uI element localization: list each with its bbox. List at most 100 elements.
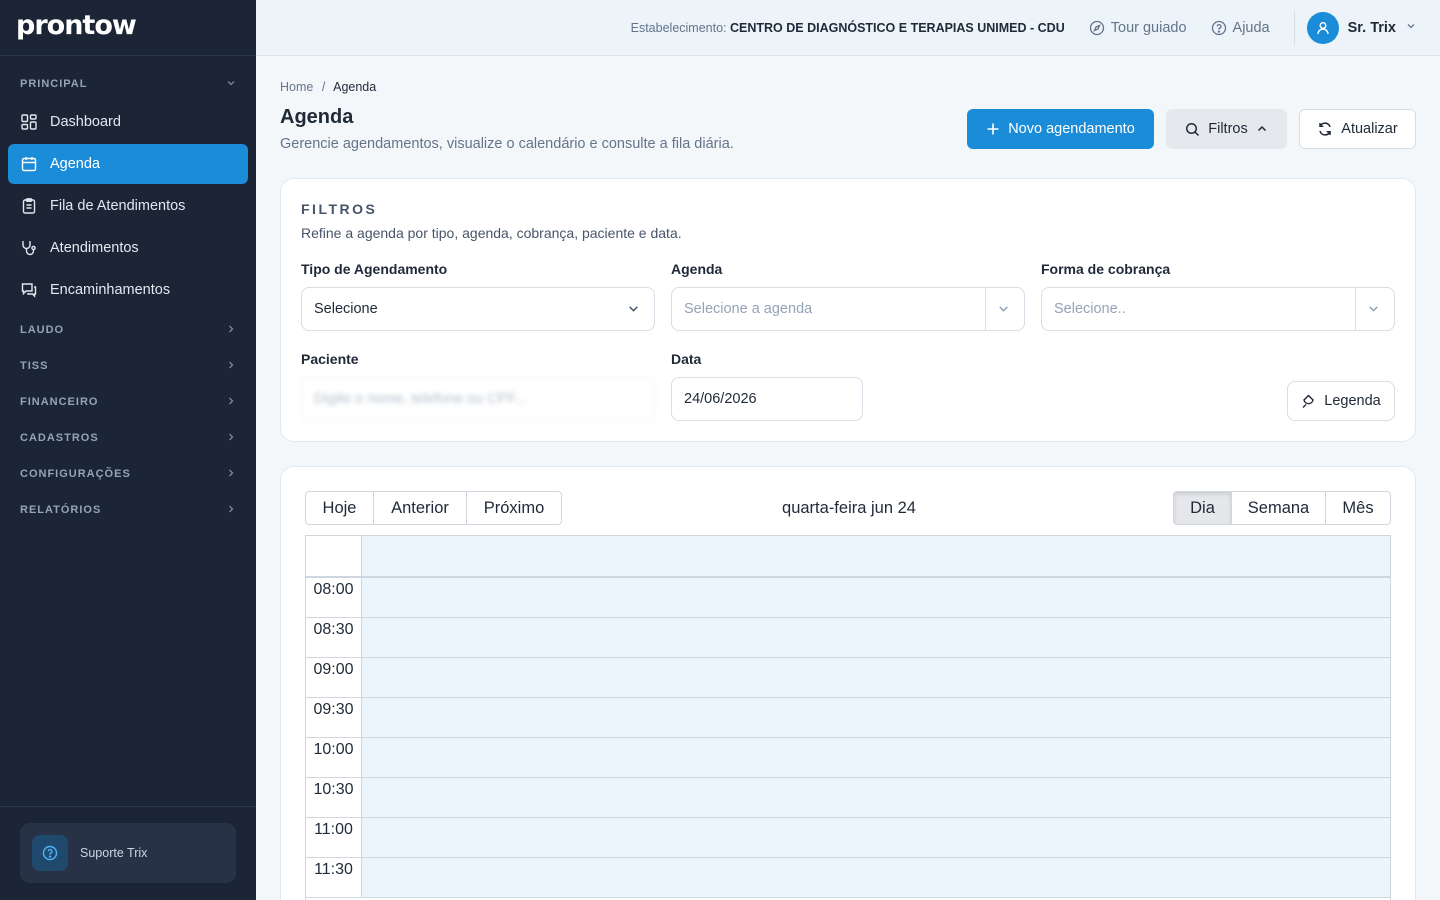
- agenda-placeholder: Selecione a agenda: [684, 301, 813, 317]
- filters-title: FILTROS: [301, 201, 378, 217]
- sidebar-item-atendimentos[interactable]: Atendimentos: [8, 228, 248, 268]
- sidebar-section-financeiro[interactable]: FINANCEIRO: [0, 384, 256, 420]
- legend-label: Legenda: [1324, 393, 1381, 409]
- slot-cell[interactable]: [362, 738, 1390, 777]
- time-label: 10:00: [306, 738, 362, 777]
- sidebar-section-principal[interactable]: PRINCIPAL: [0, 66, 256, 102]
- plus-icon: [987, 123, 999, 135]
- section-label: FINANCEIRO: [20, 396, 99, 408]
- view-week-button[interactable]: Semana: [1232, 492, 1326, 524]
- paciente-input[interactable]: Digite o nome, telefone ou CPF...: [301, 377, 655, 421]
- support-button[interactable]: Suporte Trix: [20, 823, 236, 883]
- filters-card: FILTROS Refine a agenda por tipo, agenda…: [280, 178, 1416, 442]
- view-day-button[interactable]: Dia: [1174, 492, 1232, 524]
- slot-cell[interactable]: [362, 818, 1390, 857]
- establishment-name: CENTRO DE DIAGNÓSTICO E TERAPIAS UNIMED …: [730, 20, 1065, 35]
- slot-cell[interactable]: [362, 778, 1390, 817]
- new-appointment-button[interactable]: Novo agendamento: [967, 109, 1154, 149]
- tour-guiado-link[interactable]: Tour guiado: [1089, 20, 1187, 36]
- logo[interactable]: prontow: [0, 0, 256, 56]
- time-slot: 10:00: [306, 738, 1390, 778]
- time-label: 11:30: [306, 858, 362, 897]
- time-slot: 09:30: [306, 698, 1390, 738]
- sidebar-item-encaminhamentos[interactable]: Encaminhamentos: [8, 270, 248, 310]
- slot-cell[interactable]: [362, 698, 1390, 737]
- sidebar-section-laudo[interactable]: LAUDO: [0, 312, 256, 348]
- sidebar-item-label: Fila de Atendimentos: [50, 198, 186, 214]
- calendar-card: Hoje Anterior Próximo quarta-feira jun 2…: [280, 466, 1416, 900]
- time-label: 09:30: [306, 698, 362, 737]
- page-subtitle: Gerencie agendamentos, visualize o calen…: [280, 136, 734, 152]
- search-icon: [1186, 122, 1200, 136]
- sidebar-item-dashboard[interactable]: Dashboard: [8, 102, 248, 142]
- filters-label: Filtros: [1208, 121, 1248, 137]
- section-label: LAUDO: [20, 324, 65, 336]
- sidebar-section-configuracoes[interactable]: CONFIGURAÇÕES: [0, 456, 256, 492]
- chevron-right-icon: [226, 324, 236, 337]
- agenda-label: Agenda: [671, 261, 723, 277]
- tipo-agendamento-select[interactable]: Selecione: [301, 287, 655, 331]
- chevron-right-icon: [226, 396, 236, 409]
- sidebar-section-tiss[interactable]: TISS: [0, 348, 256, 384]
- time-slot: 08:30: [306, 618, 1390, 658]
- clipboard-icon: [20, 197, 38, 215]
- chevron-up-icon: [1257, 125, 1266, 132]
- new-appointment-label: Novo agendamento: [1008, 121, 1135, 137]
- date-input[interactable]: 24/06/2026: [671, 377, 863, 421]
- sidebar-item-agenda[interactable]: Agenda: [8, 144, 248, 184]
- section-label: RELATÓRIOS: [20, 504, 102, 516]
- filters-toggle-button[interactable]: Filtros: [1166, 109, 1287, 149]
- time-slot: 11:00: [306, 818, 1390, 858]
- chat-icon: [20, 281, 38, 299]
- slot-cell[interactable]: [362, 618, 1390, 657]
- sidebar-section-relatorios[interactable]: RELATÓRIOS: [0, 492, 256, 528]
- paciente-label: Paciente: [301, 351, 359, 367]
- breadcrumb-separator: /: [321, 80, 326, 94]
- agenda-select[interactable]: Selecione a agenda: [671, 287, 1025, 331]
- time-label: 11:00: [306, 818, 362, 857]
- legend-button[interactable]: Legenda: [1287, 381, 1395, 421]
- time-label: 10:30: [306, 778, 362, 817]
- tipo-value: Selecione: [314, 301, 378, 317]
- section-label: CADASTROS: [20, 432, 99, 444]
- compass-icon: [1089, 20, 1104, 35]
- sidebar-section-cadastros[interactable]: CADASTROS: [0, 420, 256, 456]
- refresh-button[interactable]: Atualizar: [1299, 109, 1416, 149]
- chevron-right-icon: [226, 504, 236, 517]
- help-circle-icon: [32, 835, 68, 871]
- tipo-label: Tipo de Agendamento: [301, 261, 448, 277]
- paciente-placeholder: Digite o nome, telefone ou CPF...: [314, 391, 527, 407]
- help-link[interactable]: Ajuda: [1211, 20, 1270, 36]
- dashboard-icon: [20, 113, 38, 131]
- support-area: Suporte Trix: [0, 806, 256, 900]
- establishment-info: Estabelecimento: CENTRO DE DIAGNÓSTICO E…: [631, 21, 1065, 35]
- slot-cell[interactable]: [362, 658, 1390, 697]
- section-label: TISS: [20, 360, 49, 372]
- user-name: Sr. Trix: [1347, 19, 1396, 36]
- sidebar-item-label: Atendimentos: [50, 240, 139, 256]
- slot-cell[interactable]: [362, 578, 1390, 617]
- all-day-row: [306, 536, 1390, 578]
- all-day-cell[interactable]: [362, 536, 1390, 576]
- sidebar-item-fila[interactable]: Fila de Atendimentos: [8, 186, 248, 226]
- section-label: PRINCIPAL: [20, 78, 88, 90]
- stethoscope-icon: [20, 239, 38, 257]
- user-menu[interactable]: Sr. Trix: [1306, 11, 1416, 44]
- refresh-icon: [1319, 122, 1332, 136]
- slot-cell[interactable]: [362, 858, 1390, 897]
- cobranca-placeholder: Selecione..: [1054, 301, 1126, 317]
- help-label: Ajuda: [1232, 19, 1270, 36]
- chevron-right-icon: [226, 468, 236, 481]
- chevron-down-icon: [226, 78, 236, 91]
- sidebar-item-label: Agenda: [50, 156, 100, 172]
- forma-cobranca-select[interactable]: Selecione..: [1041, 287, 1395, 331]
- view-month-button[interactable]: Mês: [1326, 492, 1390, 524]
- calendar-view-group: Dia Semana Mês: [1173, 491, 1391, 525]
- cobranca-label: Forma de cobrança: [1041, 261, 1171, 277]
- chevron-down-icon: [999, 306, 1008, 312]
- chevron-down-icon: [629, 306, 638, 312]
- sidebar-item-label: Dashboard: [50, 114, 121, 130]
- logo-text: prontow: [16, 10, 137, 41]
- breadcrumb-home[interactable]: Home: [280, 80, 313, 94]
- establishment-prefix: Estabelecimento:: [630, 20, 727, 35]
